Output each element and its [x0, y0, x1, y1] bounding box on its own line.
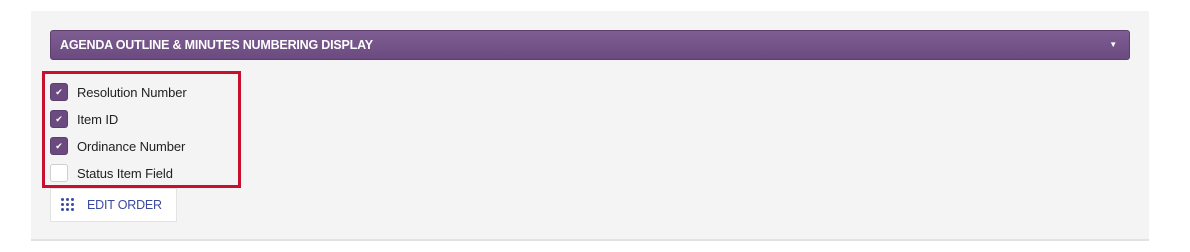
- edit-order-button[interactable]: EDIT ORDER: [50, 188, 177, 222]
- caret-down-icon: ▼: [1109, 40, 1117, 49]
- option-item-id[interactable]: ✔ Item ID: [50, 110, 118, 128]
- option-label: Resolution Number: [77, 84, 187, 100]
- option-label: Ordinance Number: [77, 138, 186, 154]
- section-title: AGENDA OUTLINE & MINUTES NUMBERING DISPL…: [60, 38, 373, 52]
- option-label: Item ID: [77, 111, 119, 127]
- option-ordinance-number[interactable]: ✔ Ordinance Number: [50, 137, 185, 155]
- option-status-item-field[interactable]: Status Item Field: [50, 164, 173, 182]
- edit-order-label: EDIT ORDER: [87, 198, 162, 212]
- section-header-toggle[interactable]: AGENDA OUTLINE & MINUTES NUMBERING DISPL…: [50, 30, 1130, 60]
- checkmark-icon: ✔: [55, 86, 63, 97]
- checkbox-item-id[interactable]: ✔: [50, 110, 68, 128]
- checkmark-icon: ✔: [55, 140, 63, 151]
- checkbox-status-item-field[interactable]: [50, 164, 68, 182]
- drag-grid-icon: [61, 198, 75, 212]
- checkbox-resolution-number[interactable]: ✔: [50, 83, 68, 101]
- option-resolution-number[interactable]: ✔ Resolution Number: [50, 83, 187, 101]
- checkbox-ordinance-number[interactable]: ✔: [50, 137, 68, 155]
- checkmark-icon: ✔: [55, 113, 63, 124]
- option-label: Status Item Field: [77, 165, 173, 181]
